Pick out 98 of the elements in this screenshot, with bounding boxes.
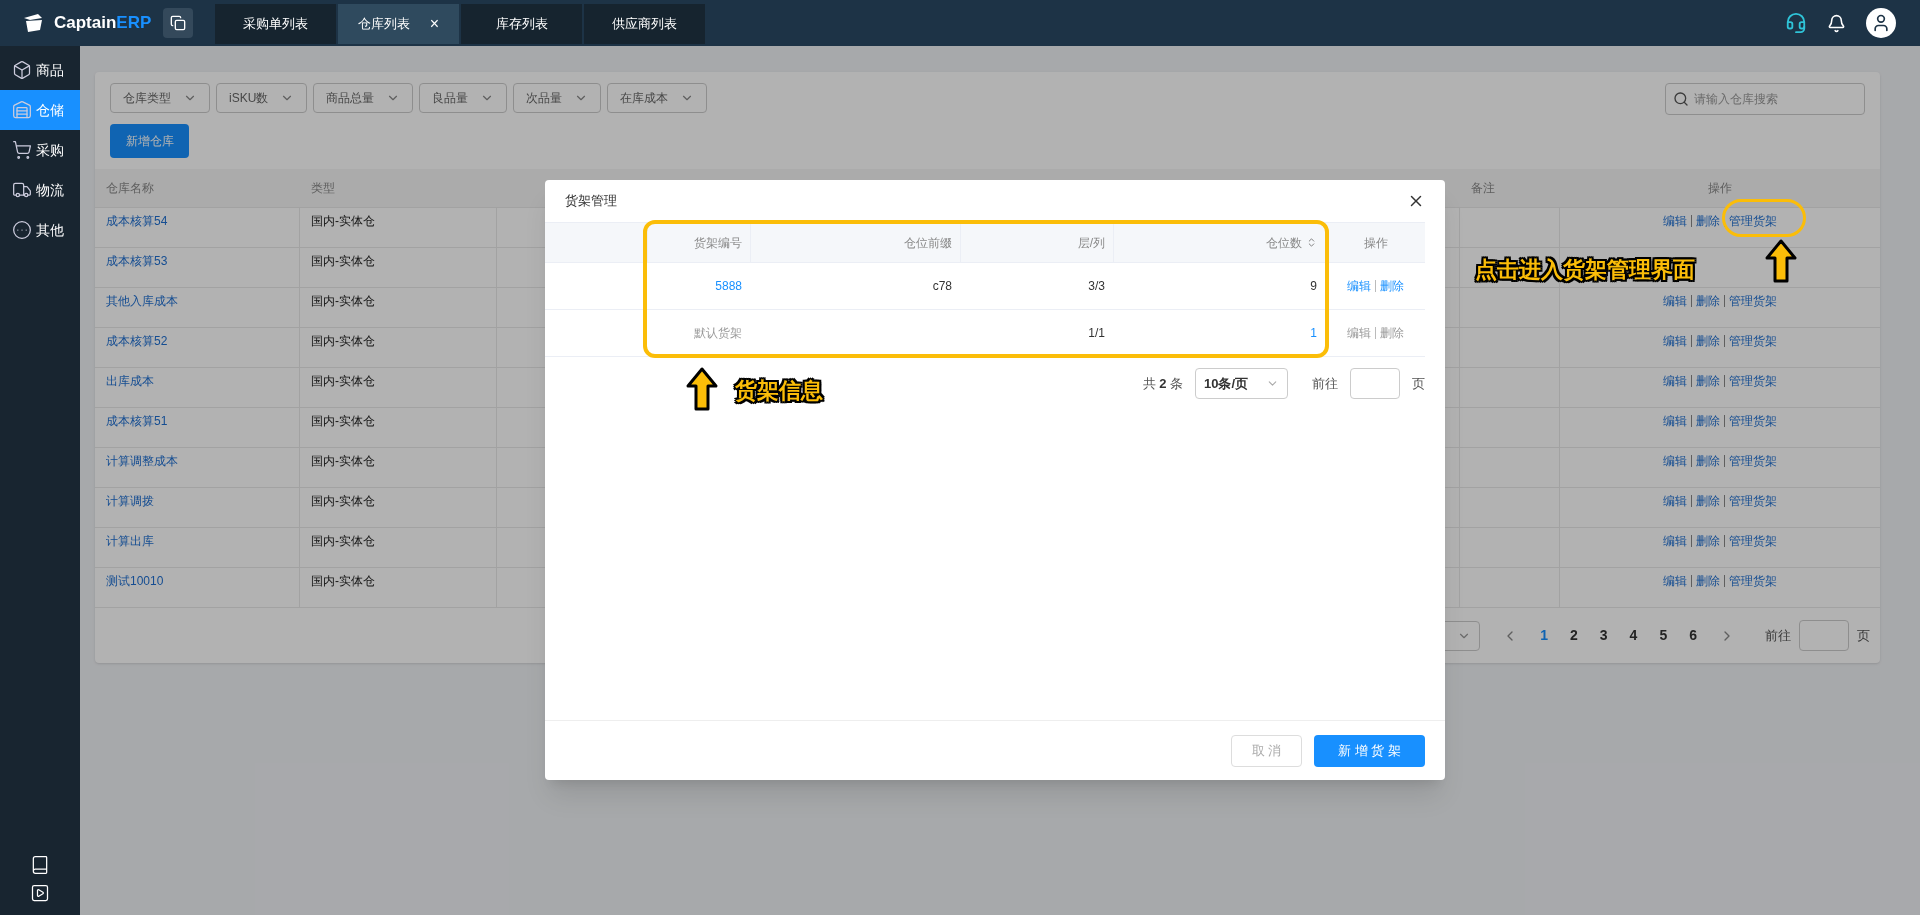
warehouse-name-link[interactable]: 成本核算51 xyxy=(95,408,300,447)
action-link[interactable]: 编辑 xyxy=(1346,324,1371,342)
filter-dropdown[interactable]: 良品量 xyxy=(419,83,508,113)
action-link[interactable]: 编辑 xyxy=(1663,572,1687,590)
action-link[interactable]: 编辑 xyxy=(1663,212,1687,230)
action-link[interactable]: 管理货架 xyxy=(1729,532,1777,550)
warehouse-name-link[interactable]: 成本核算54 xyxy=(95,208,300,247)
close-icon[interactable]: × xyxy=(429,12,440,36)
warehouse-name-link[interactable]: 成本核算52 xyxy=(95,328,300,367)
tab[interactable]: 仓库列表 × xyxy=(338,4,459,44)
action-link[interactable]: 管理货架 xyxy=(1729,452,1777,470)
table-cell-text: 1/1 xyxy=(1087,325,1106,342)
action-link[interactable]: 管理货架 xyxy=(1729,412,1777,430)
action-link[interactable]: 删除 xyxy=(1696,452,1720,470)
dialog-title: 货架管理 xyxy=(565,192,617,211)
action-link[interactable]: 编辑 xyxy=(1663,452,1687,470)
action-link[interactable]: 管理货架 xyxy=(1729,292,1777,310)
page-size-dropdown[interactable]: 10条/页 xyxy=(1195,368,1288,399)
tab[interactable]: 供应商列表 xyxy=(584,4,705,44)
column-header: 备注 xyxy=(1470,180,1496,197)
page-number[interactable]: 2 xyxy=(1570,625,1578,646)
action-link[interactable]: 删除 xyxy=(1696,212,1720,230)
action-link[interactable]: 删除 xyxy=(1696,572,1720,590)
add-warehouse-button[interactable]: 新增仓库 xyxy=(110,124,189,158)
sidebar-item[interactable]: 采购 xyxy=(0,130,80,170)
column-header: 操作 xyxy=(1707,180,1733,197)
table-cell: 国内-实体仓 xyxy=(300,528,497,567)
search-field[interactable]: 请输入仓库搜索 xyxy=(1665,83,1865,115)
table-cell: 国内-实体仓 xyxy=(300,488,497,527)
table-cell-text: 默认货架 xyxy=(693,325,743,342)
warehouse-name-link[interactable]: 测试10010 xyxy=(95,568,300,607)
action-link[interactable]: 编辑 xyxy=(1663,412,1687,430)
filter-dropdown[interactable]: 仓库类型 xyxy=(110,83,210,113)
warehouse-name-link[interactable]: 其他入库成本 xyxy=(95,288,300,327)
page-unit: 页 xyxy=(1412,374,1425,393)
action-link[interactable]: 管理货架 xyxy=(1729,212,1777,230)
tab[interactable]: 库存列表 xyxy=(461,4,582,44)
total-count: 共 2 条 xyxy=(1142,374,1183,393)
action-link[interactable]: 管理货架 xyxy=(1729,492,1777,510)
add-shelf-button[interactable]: 新 增 货 架 xyxy=(1314,734,1425,767)
page-number[interactable]: 1 xyxy=(1540,625,1548,646)
goto-label: 前往 xyxy=(1312,374,1338,393)
filter-dropdown[interactable]: 商品总量 xyxy=(313,83,414,113)
action-link[interactable]: 删除 xyxy=(1696,532,1720,550)
warehouse-name-link[interactable]: 计算调整成本 xyxy=(95,448,300,487)
warehouse-name-link[interactable]: 计算出库 xyxy=(95,528,300,567)
action-link[interactable]: 编辑 xyxy=(1663,372,1687,390)
column-header: 类型 xyxy=(310,180,336,197)
page-unit: 页 xyxy=(1857,626,1870,645)
table-cell-text: c78 xyxy=(931,278,953,295)
table-cell: 国内-实体仓 xyxy=(300,568,497,607)
logo-text: CaptainERP xyxy=(54,12,152,35)
warehouse-name-link[interactable]: 出库成本 xyxy=(95,368,300,407)
action-link[interactable]: 删除 xyxy=(1696,492,1720,510)
action-link[interactable]: 编辑 xyxy=(1663,492,1687,510)
table-cell: 国内-实体仓 xyxy=(300,328,497,367)
action-link[interactable]: 编辑 xyxy=(1663,532,1687,550)
sidebar-item[interactable]: 其他 xyxy=(0,210,80,250)
table-cell-text: 3/3 xyxy=(1087,278,1106,295)
sidebar-item[interactable]: 物流 xyxy=(0,170,80,210)
column-header: 操作 xyxy=(1325,223,1425,262)
sidebar-item[interactable]: 商品 xyxy=(0,50,80,90)
page-number[interactable]: 4 xyxy=(1629,625,1638,646)
column-header: 仓库名称 xyxy=(105,180,155,197)
table-cell: 国内-实体仓 xyxy=(300,408,497,447)
action-link[interactable]: 删除 xyxy=(1696,412,1720,430)
action-link[interactable]: 删除 xyxy=(1696,292,1720,310)
table-cell-text: 1 xyxy=(1309,325,1318,342)
tab[interactable]: 采购单列表 xyxy=(215,4,336,44)
action-link[interactable]: 管理货架 xyxy=(1729,332,1777,350)
callout-text: 货架信息 xyxy=(735,377,823,405)
filter-dropdown[interactable]: 次品量 xyxy=(513,83,602,113)
table-cell: 国内-实体仓 xyxy=(300,208,497,247)
action-link[interactable]: 删除 xyxy=(1379,277,1404,295)
table-cell: 国内-实体仓 xyxy=(300,448,497,487)
action-link[interactable]: 编辑 xyxy=(1346,277,1371,295)
page-number[interactable]: 5 xyxy=(1659,625,1668,646)
action-link[interactable]: 管理货架 xyxy=(1729,372,1777,390)
filter-dropdown[interactable]: iSKU数 xyxy=(216,83,308,113)
warehouse-name-link[interactable]: 计算调拨 xyxy=(95,488,300,527)
sidebar-item[interactable]: 仓储 xyxy=(0,90,80,130)
filter-dropdown[interactable]: 在库成本 xyxy=(607,83,708,113)
action-link[interactable]: 删除 xyxy=(1696,332,1720,350)
table-cell: 国内-实体仓 xyxy=(300,368,497,407)
cancel-button[interactable]: 取 消 xyxy=(1230,734,1303,767)
callout-text: 点击进入货架管理界面 xyxy=(1475,256,1695,284)
action-link[interactable]: 删除 xyxy=(1696,372,1720,390)
warehouse-name-link[interactable]: 成本核算53 xyxy=(95,248,300,287)
action-link[interactable]: 编辑 xyxy=(1663,332,1687,350)
table-cell-text: 9 xyxy=(1309,278,1318,295)
action-link[interactable]: 管理货架 xyxy=(1729,572,1777,590)
page-number[interactable]: 6 xyxy=(1689,625,1697,646)
table-cell: 国内-实体仓 xyxy=(300,288,497,327)
page-number[interactable]: 3 xyxy=(1599,625,1608,646)
action-link[interactable]: 删除 xyxy=(1379,324,1404,342)
table-cell: 国内-实体仓 xyxy=(300,248,497,287)
action-link[interactable]: 编辑 xyxy=(1663,292,1687,310)
goto-label: 前往 xyxy=(1765,626,1791,645)
